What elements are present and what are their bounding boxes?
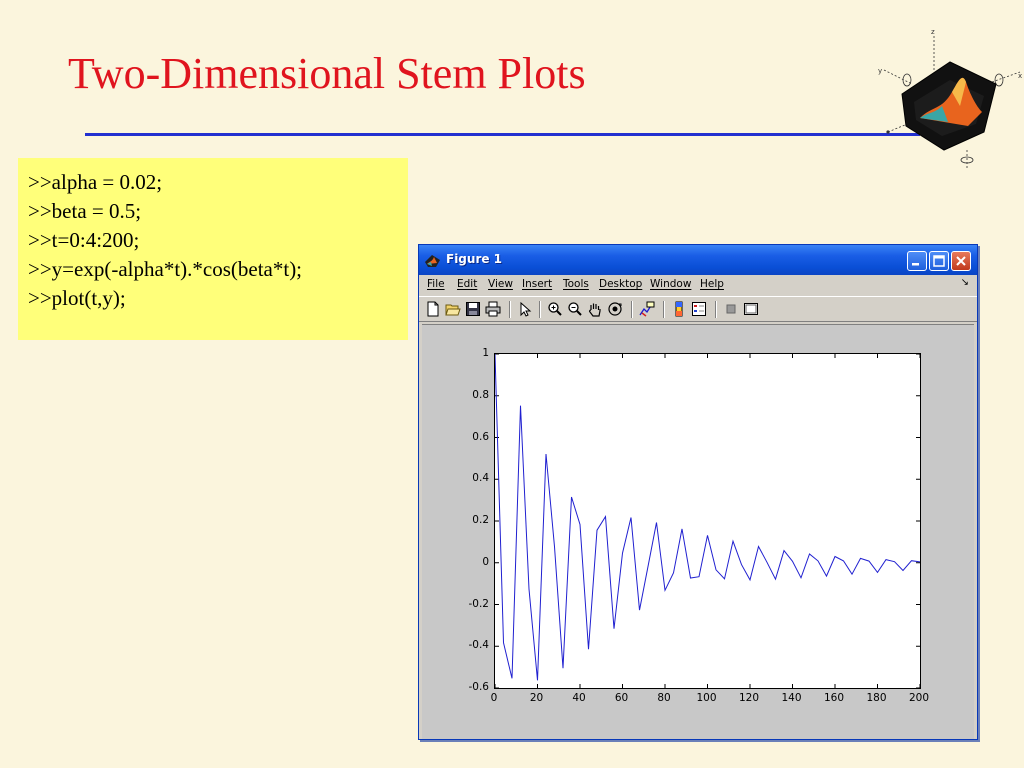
code-line: >>t=0:4:200;: [28, 228, 140, 252]
title-underline: [85, 133, 920, 136]
x-tick-label: 100: [696, 692, 717, 704]
menu-file[interactable]: File: [427, 278, 445, 290]
y-tick-label: -0.6: [468, 681, 490, 693]
edit-plot-arrow-icon[interactable]: [517, 301, 533, 317]
x-tick-label: 80: [657, 692, 671, 704]
y-tick-label: 0.8: [472, 388, 489, 401]
show-plot-tools-icon[interactable]: [743, 301, 759, 317]
code-line: >>alpha = 0.02;: [28, 170, 163, 194]
open-file-icon[interactable]: [445, 301, 461, 317]
code-line: >>plot(t,y);: [28, 286, 126, 310]
line-plot: [495, 354, 920, 688]
y-tick-label: 0.6: [472, 430, 489, 443]
menu-tools[interactable]: Tools: [563, 278, 589, 290]
x-tick-label: 60: [614, 692, 629, 704]
matlab-logo-icon: z y x: [878, 28, 1022, 168]
y-tick-label: 0.4: [472, 472, 489, 485]
menu-help[interactable]: Help: [700, 278, 724, 290]
new-figure-icon[interactable]: [425, 301, 441, 317]
rotate-3d-icon[interactable]: [607, 301, 623, 317]
y-tick-label: -0.2: [468, 597, 490, 610]
zoom-in-icon[interactable]: [547, 301, 563, 317]
x-tick-label: 40: [572, 692, 586, 704]
save-icon[interactable]: [465, 301, 481, 317]
maximize-icon: [933, 255, 945, 267]
y-tick-label: 1: [482, 347, 489, 359]
toolbar-separator: [509, 301, 511, 318]
x-tick-label: 0: [490, 692, 498, 704]
menu-desktop[interactable]: Desktop: [599, 278, 642, 290]
x-tick-label: 200: [908, 692, 930, 704]
x-tick-label: 160: [823, 692, 845, 704]
menu-insert[interactable]: Insert: [522, 278, 552, 290]
data-cursor-icon[interactable]: [639, 301, 655, 317]
figure-window: Figure 1 File Edit View Insert Tools Des…: [418, 244, 978, 740]
y-tick-label: 0.2: [472, 514, 489, 526]
plot-axes[interactable]: [494, 353, 921, 689]
svg-text:x: x: [1018, 72, 1022, 80]
close-button[interactable]: [951, 251, 971, 271]
toolbar: [419, 296, 977, 322]
colorbar-icon[interactable]: [671, 301, 687, 317]
y-tick-label: 0: [482, 555, 489, 568]
window-title: Figure 1: [446, 252, 503, 266]
pan-hand-icon[interactable]: [587, 301, 603, 317]
toolbar-separator: [539, 301, 541, 318]
toolbar-separator: [631, 301, 633, 318]
menu-view[interactable]: View: [488, 278, 513, 290]
matlab-window-icon: [425, 255, 440, 267]
x-tick-label: 140: [781, 692, 802, 704]
x-tick-label: 180: [866, 692, 887, 704]
toolbar-separator: [715, 301, 717, 318]
close-icon: [956, 256, 966, 266]
toolbar-separator: [663, 301, 665, 318]
zoom-out-icon[interactable]: [567, 301, 583, 317]
print-icon[interactable]: [485, 301, 501, 317]
y-tick-label: -0.4: [468, 639, 490, 652]
window-title-bar[interactable]: Figure 1: [419, 245, 977, 275]
svg-text:z: z: [931, 28, 935, 36]
slide-title: Two-Dimensional Stem Plots: [68, 49, 586, 98]
series-line: [495, 354, 920, 681]
menu-overflow-icon[interactable]: ↘: [961, 277, 969, 288]
code-line: >>y=exp(-alpha*t).*cos(beta*t);: [28, 257, 303, 281]
maximize-button[interactable]: [929, 251, 949, 271]
minimize-icon: [912, 263, 919, 266]
x-tick-label: 120: [738, 692, 760, 704]
code-line: >>beta = 0.5;: [28, 199, 142, 223]
menu-edit[interactable]: Edit: [457, 278, 477, 290]
menu-window[interactable]: Window: [650, 278, 691, 290]
legend-icon[interactable]: [691, 301, 707, 317]
svg-text:y: y: [878, 67, 882, 75]
menu-bar: File Edit View Insert Tools Desktop Wind…: [419, 275, 977, 295]
code-box: >>alpha = 0.02; >>beta = 0.5; >>t=0:4:20…: [18, 158, 408, 340]
hide-plot-tools-icon[interactable]: [723, 301, 739, 317]
minimize-button[interactable]: [907, 251, 927, 271]
x-tick-label: 20: [529, 692, 544, 704]
figure-canvas: 0 20 40 60 80 100 120 140 160 180 200 -0.6 -0.4 -0.2…: [422, 324, 974, 739]
